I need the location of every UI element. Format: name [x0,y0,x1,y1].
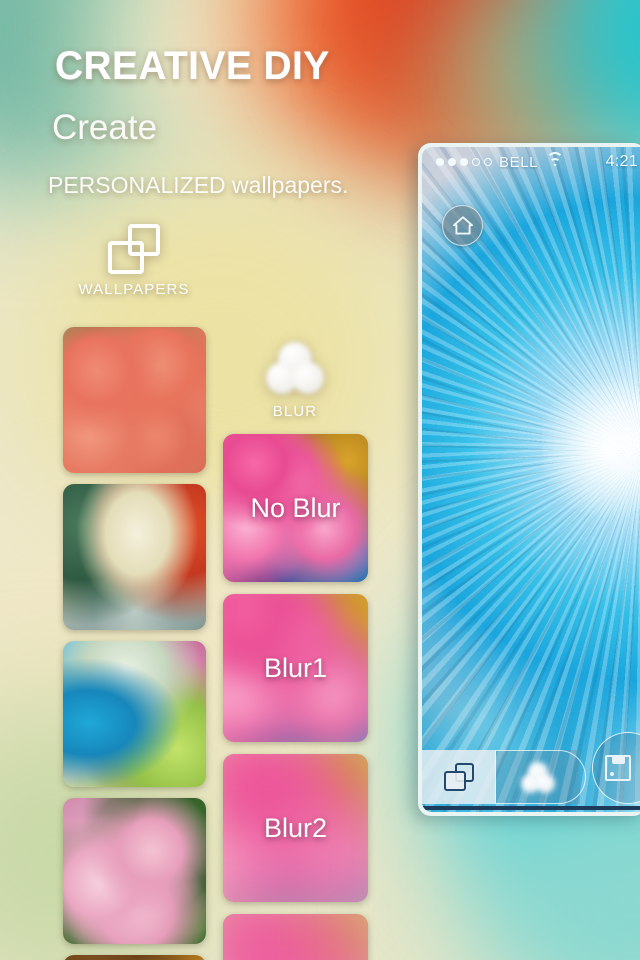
blur-option-tile[interactable]: Blur3 [223,914,368,960]
stacked-squares-icon [108,224,160,274]
wallpaper-thumbnail[interactable] [63,798,206,944]
blur-trefoil-icon [266,342,324,396]
blur-option-list[interactable]: No Blur Blur1 Blur2 Blur3 [223,434,368,960]
home-button[interactable] [442,205,483,246]
blur-trefoil-icon [521,761,555,793]
floppy-save-icon [605,755,631,781]
phone-status-bar: BELL 4:21 [422,147,640,177]
toolbar-button-blur[interactable] [496,750,580,804]
phone-screen[interactable]: BELL 4:21 [422,147,640,812]
status-bar-clock: 4:21 [605,153,638,170]
blur-option-label: Blur1 [263,652,328,683]
wallpaper-thumbnail[interactable] [63,641,206,787]
stacked-squares-icon [443,763,474,791]
category-button-wallpapers[interactable]: WALLPAPERS [73,224,195,298]
wallpaper-thumbnail-list[interactable] [63,327,206,960]
wallpaper-highlight-glow [542,373,640,524]
blur-option-label: Blur2 [263,812,328,843]
category-button-blur[interactable]: BLUR [240,342,350,420]
category-label-wallpapers: WALLPAPERS [78,281,190,298]
toolbar-button-wallpapers[interactable] [422,750,496,804]
promo-subtitle: Create [52,108,158,147]
blur-option-tile[interactable]: Blur2 [223,754,368,902]
toolbar-underline [422,806,640,810]
home-house-icon [452,216,473,235]
wifi-icon [546,151,564,169]
phone-bottom-toolbar[interactable] [422,732,640,810]
blur-option-tile[interactable]: No Blur [223,434,368,582]
category-label-blur: BLUR [272,403,318,420]
wallpaper-thumbnail[interactable] [63,484,206,630]
wallpaper-thumbnail[interactable] [63,955,206,960]
phone-preview-frame: BELL 4:21 [418,143,640,816]
carrier-label: BELL [499,153,539,171]
blur-option-label: No Blur [250,492,341,523]
blur-option-tile[interactable]: Blur1 [223,594,368,742]
blur-option-preview [223,914,368,960]
wallpaper-thumbnail[interactable] [63,327,206,473]
page-title: CREATIVE DIY [55,44,330,88]
promo-tagline: PERSONALIZED wallpapers. [48,172,349,198]
signal-strength-icon [436,158,492,166]
